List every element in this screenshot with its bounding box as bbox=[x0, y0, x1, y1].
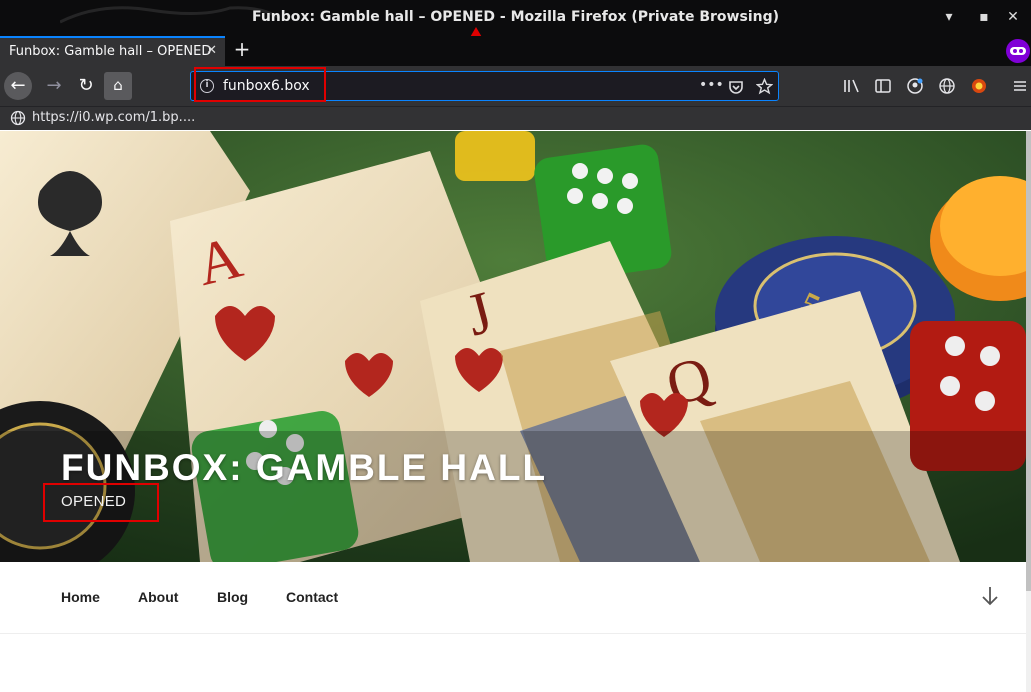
pocket-icon[interactable] bbox=[728, 79, 744, 95]
library-icon[interactable] bbox=[843, 77, 861, 95]
window-titlebar: Funbox: Gamble hall – OPENED - Mozilla F… bbox=[0, 0, 1031, 36]
back-button[interactable]: ← bbox=[4, 72, 32, 100]
reload-button[interactable]: ↻ bbox=[72, 72, 100, 100]
window-title: Funbox: Gamble hall – OPENED - Mozilla F… bbox=[251, 9, 780, 25]
new-tab-button[interactable]: + bbox=[231, 38, 253, 62]
minimize-button[interactable]: ▾ bbox=[938, 6, 960, 28]
page-actions-icon[interactable]: ••• bbox=[699, 77, 724, 93]
private-browsing-icon bbox=[1006, 39, 1030, 63]
annotation-tagline-highlight bbox=[43, 483, 159, 522]
sidebar-icon[interactable] bbox=[874, 77, 892, 95]
link-preview-bar: https://i0.wp.com/1.bp.... bbox=[0, 106, 1031, 130]
scroll-down-arrow-icon[interactable] bbox=[980, 584, 1000, 608]
extension-icon[interactable] bbox=[970, 77, 988, 95]
site-navigation: Home About Blog Contact bbox=[0, 562, 1026, 634]
tab-funbox[interactable]: Funbox: Gamble hall – OPENED ✕ bbox=[0, 36, 225, 66]
scrollbar-thumb[interactable] bbox=[1026, 131, 1031, 591]
maximize-button[interactable]: ▪ bbox=[973, 6, 995, 28]
menu-item-blog[interactable]: Blog bbox=[217, 589, 248, 605]
tab-label: Funbox: Gamble hall – OPENED bbox=[9, 44, 212, 59]
menu-item-about[interactable]: About bbox=[138, 589, 178, 605]
bookmark-star-icon[interactable] bbox=[756, 78, 773, 95]
forward-button[interactable]: → bbox=[40, 72, 68, 100]
menu-item-contact[interactable]: Contact bbox=[286, 589, 338, 605]
header-image: 500 A J Q FUN bbox=[0, 131, 1026, 562]
page-scrollbar[interactable] bbox=[1026, 131, 1031, 692]
annotation-url-highlight bbox=[194, 67, 326, 102]
close-window-button[interactable]: ✕ bbox=[1002, 6, 1024, 28]
home-button[interactable]: ⌂ bbox=[104, 72, 132, 100]
globe-extension-icon[interactable] bbox=[938, 77, 956, 95]
menu-item-home[interactable]: Home bbox=[61, 589, 100, 605]
link-preview-url: https://i0.wp.com/1.bp.... bbox=[32, 110, 196, 125]
globe-icon bbox=[10, 110, 26, 126]
menu-icon[interactable] bbox=[1011, 77, 1029, 95]
tab-strip: Funbox: Gamble hall – OPENED ✕ + bbox=[0, 36, 1031, 66]
tab-close-icon[interactable]: ✕ bbox=[206, 43, 217, 58]
account-icon[interactable] bbox=[906, 77, 924, 95]
